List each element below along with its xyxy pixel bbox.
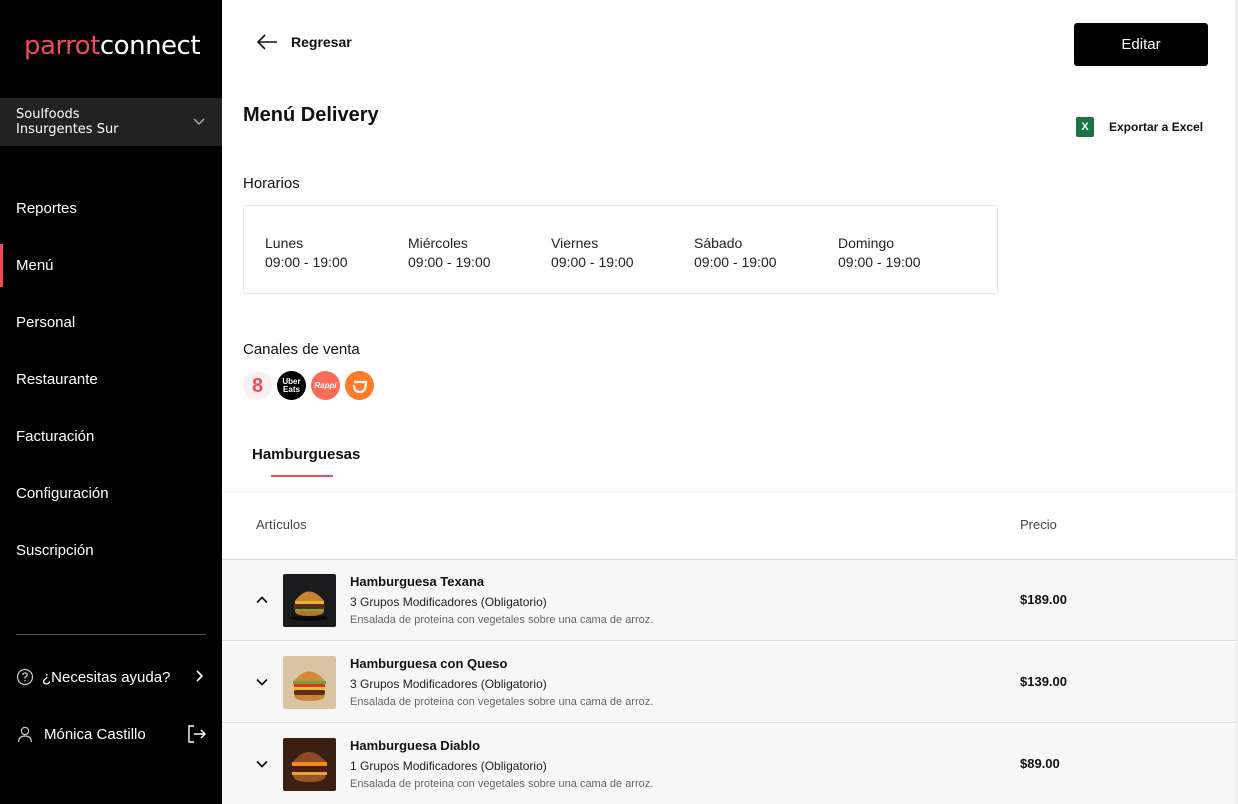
sidebar-nav: Reportes Menú Personal Restaurante Factu… (0, 180, 222, 579)
burger-image (283, 574, 336, 627)
burger-diablo-image (283, 738, 336, 791)
store-selector[interactable]: Soulfoods Insurgentes Sur (0, 98, 222, 146)
didi-logo-icon (352, 380, 367, 393)
help-label: ¿Necesitas ayuda? (42, 668, 171, 686)
day-name: Miércoles (408, 235, 468, 251)
main-content: Regresar Editar Menú Delivery X Exportar… (222, 0, 1235, 804)
item-modifiers: 3 Grupos Modificadores (Obligatorio) (350, 677, 547, 691)
back-link[interactable]: Regresar (256, 31, 352, 53)
day-hours: 09:00 - 19:00 (551, 254, 634, 270)
logo-part-connect: connect (99, 31, 201, 61)
sidebar-divider (16, 634, 206, 635)
sidebar-item-restaurante[interactable]: Restaurante (0, 351, 222, 408)
didi-channel-icon (345, 371, 374, 400)
parrotconnect-logo[interactable]: parrotconnect (24, 30, 201, 62)
day-name: Lunes (265, 235, 304, 251)
day-name: Sábado (694, 235, 743, 251)
user-name: Mónica Castillo (44, 725, 146, 743)
chevron-down-icon (193, 118, 205, 126)
burger-image (283, 656, 336, 709)
sidebar-item-facturacion[interactable]: Facturación (0, 408, 222, 465)
user-profile[interactable]: Mónica Castillo (16, 721, 208, 747)
schedule-day: Sábado 09:00 - 19:00 (694, 234, 777, 272)
chevron-down-icon[interactable] (255, 757, 269, 771)
tab-hamburguesas[interactable]: Hamburguesas (252, 446, 360, 463)
schedule-day: Domingo 09:00 - 19:00 (838, 234, 921, 272)
sidebar: parrotconnect Soulfoods Insurgentes Sur … (0, 0, 222, 804)
chevron-up-icon[interactable] (255, 593, 269, 607)
schedule-day: Miércoles 09:00 - 19:00 (408, 234, 491, 272)
chevron-right-icon (196, 670, 204, 682)
channels-label: Canales de venta (243, 341, 360, 358)
sidebar-item-personal[interactable]: Personal (0, 294, 222, 351)
item-price: $89.00 (1020, 756, 1060, 771)
item-modifiers: 3 Grupos Modificadores (Obligatorio) (350, 595, 547, 609)
item-description: Ensalada de proteina con vegetales sobre… (350, 778, 654, 790)
table-row[interactable]: Hamburguesa con Queso 3 Grupos Modificad… (222, 642, 1235, 723)
column-header-articulos: Artículos (256, 517, 307, 532)
schedule-card: Lunes 09:00 - 19:00 Miércoles 09:00 - 19… (243, 205, 998, 294)
day-hours: 09:00 - 19:00 (838, 254, 921, 270)
item-price: $139.00 (1020, 674, 1067, 689)
item-name: Hamburguesa con Queso (350, 656, 508, 671)
parrot-channel-icon: 8 (243, 371, 272, 400)
tab-active-indicator (271, 475, 333, 477)
sidebar-item-configuracion[interactable]: Configuración (0, 465, 222, 522)
schedule-label: Horarios (243, 175, 300, 192)
excel-icon: X (1076, 117, 1094, 137)
table-row[interactable]: Hamburguesa Diablo 1 Grupos Modificadore… (222, 724, 1235, 804)
item-description: Ensalada de proteina con vegetales sobre… (350, 696, 654, 708)
edit-button[interactable]: Editar (1074, 23, 1208, 66)
item-price: $189.00 (1020, 592, 1067, 607)
burger-texana-image (283, 574, 336, 627)
item-modifiers: 1 Grupos Modificadores (Obligatorio) (350, 759, 547, 773)
user-icon (17, 726, 33, 743)
day-hours: 09:00 - 19:00 (694, 254, 777, 270)
page-title: Menú Delivery (243, 104, 379, 126)
logo-part-parrot: parrot (24, 31, 100, 61)
table-header: Artículos Precio (222, 493, 1235, 560)
sidebar-item-reportes[interactable]: Reportes (0, 180, 222, 237)
day-hours: 09:00 - 19:00 (265, 254, 348, 270)
column-header-precio: Precio (1020, 517, 1057, 532)
export-label: Exportar a Excel (1109, 120, 1204, 134)
table-row[interactable]: Hamburguesa Texana 3 Grupos Modificadore… (222, 560, 1235, 641)
back-label: Regresar (291, 34, 352, 50)
tab-bar-shadow (222, 485, 1235, 493)
arrow-left-icon (256, 34, 277, 50)
help-link[interactable]: ¿Necesitas ayuda? (16, 664, 206, 690)
question-circle-icon (16, 668, 34, 686)
schedule-day: Viernes 09:00 - 19:00 (551, 234, 634, 272)
burger-queso-image (283, 656, 336, 709)
sidebar-item-menu[interactable]: Menú (0, 237, 222, 294)
item-name: Hamburguesa Diablo (350, 738, 481, 753)
sidebar-item-suscripcion[interactable]: Suscripción (0, 522, 222, 579)
day-name: Domingo (838, 235, 895, 251)
export-excel-button[interactable]: X Exportar a Excel (1076, 117, 1203, 137)
chevron-down-icon[interactable] (255, 675, 269, 689)
rappi-channel-icon: Rappi (311, 371, 340, 400)
logout-icon[interactable] (186, 723, 208, 745)
burger-image (283, 738, 336, 791)
uber-eats-channel-icon: Uber Eats (277, 371, 306, 400)
item-description: Ensalada de proteina con vegetales sobre… (350, 614, 654, 626)
item-name: Hamburguesa Texana (350, 574, 485, 589)
store-name: Soulfoods Insurgentes Sur (16, 107, 119, 137)
schedule-day: Lunes 09:00 - 19:00 (265, 234, 348, 272)
day-hours: 09:00 - 19:00 (408, 254, 491, 270)
sales-channels: 8 Uber Eats Rappi (243, 371, 374, 400)
day-name: Viernes (551, 235, 599, 251)
